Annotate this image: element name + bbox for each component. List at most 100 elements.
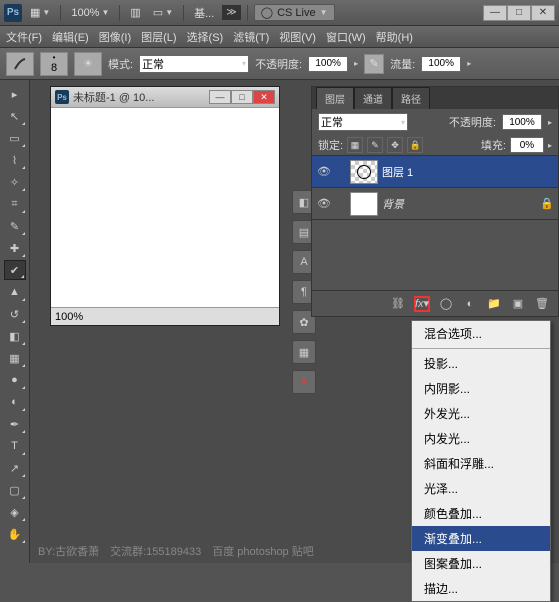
tab-paths[interactable]: 路径: [392, 87, 430, 109]
fx-item-blending-options[interactable]: 混合选项...: [412, 321, 550, 346]
fx-item-inner-shadow[interactable]: 内阴影...: [412, 376, 550, 401]
doc-minimize-button[interactable]: —: [209, 90, 231, 104]
tab-layers[interactable]: 图层: [316, 87, 354, 109]
fx-item-inner-glow[interactable]: 内发光...: [412, 426, 550, 451]
visibility-toggle[interactable]: 👁: [316, 164, 332, 180]
delete-layer-icon[interactable]: 🗑: [534, 296, 550, 312]
menu-edit[interactable]: 编辑(E): [52, 29, 89, 45]
3d-tool[interactable]: ◈: [4, 502, 26, 522]
menu-image[interactable]: 图像(I): [99, 29, 131, 45]
fx-item-bevel-emboss[interactable]: 斜面和浮雕...: [412, 451, 550, 476]
fx-item-stroke[interactable]: 描边...: [412, 576, 550, 601]
visibility-toggle[interactable]: 👁: [316, 196, 332, 212]
blur-tool[interactable]: ●: [4, 370, 26, 390]
fx-item-pattern-overlay[interactable]: 图案叠加...: [412, 551, 550, 576]
fx-item-satin[interactable]: 光泽...: [412, 476, 550, 501]
doc-close-button[interactable]: ✕: [253, 90, 275, 104]
canvas[interactable]: [51, 107, 279, 307]
close-button[interactable]: ✕: [531, 5, 555, 21]
fx-item-outer-glow[interactable]: 外发光...: [412, 401, 550, 426]
wand-tool[interactable]: ✧: [4, 172, 26, 192]
lock-transparency-icon[interactable]: ▦: [347, 137, 363, 153]
collapse-icon[interactable]: ▸: [4, 84, 26, 104]
styles-panel-icon[interactable]: ♥: [292, 370, 316, 394]
tablet-pressure-opacity[interactable]: ✎: [364, 54, 384, 74]
crop-tool[interactable]: ⌗: [4, 194, 26, 214]
brush-preset-picker[interactable]: •8: [40, 52, 68, 76]
app-titlebar: Ps ▦▼ 100%▼ ▥ ▭▼ 基... ≫ ◯ CS Live ▼ — □ …: [0, 0, 559, 26]
stamp-tool[interactable]: ▲: [4, 282, 26, 302]
zoom-level[interactable]: 100%▼: [67, 5, 113, 21]
pen-tool[interactable]: ✒: [4, 414, 26, 434]
flow-input[interactable]: [421, 56, 461, 72]
opacity-flyout-icon[interactable]: ▸: [548, 118, 552, 127]
panel-footer: ⛓ fx▾ ◯ ◐ 📁 ▣ 🗑: [312, 290, 558, 316]
layer-thumbnail[interactable]: [350, 160, 378, 184]
eraser-tool[interactable]: ◧: [4, 326, 26, 346]
minimize-button[interactable]: —: [483, 5, 507, 21]
new-layer-icon[interactable]: ▣: [510, 296, 526, 312]
doc-maximize-button[interactable]: □: [231, 90, 253, 104]
expand-icon[interactable]: ≫: [222, 5, 240, 20]
dodge-tool[interactable]: ◐: [4, 392, 26, 412]
opacity-flyout[interactable]: ▸: [354, 59, 358, 68]
layer-row[interactable]: 👁 图层 1: [312, 156, 558, 188]
tool-preset-picker[interactable]: [6, 52, 34, 76]
fx-item-gradient-overlay[interactable]: 渐变叠加...: [412, 526, 550, 551]
opacity-input[interactable]: [308, 56, 348, 72]
fx-item-drop-shadow[interactable]: 投影...: [412, 351, 550, 376]
tab-channels[interactable]: 通道: [354, 87, 392, 109]
layer-fx-button[interactable]: fx▾: [414, 296, 430, 312]
adjustment-layer-icon[interactable]: ◐: [462, 296, 478, 312]
watermark-text: BY:古欲香萧 交流群:155189433 百度 photoshop 贴吧: [38, 543, 314, 559]
cs-live-button[interactable]: ◯ CS Live ▼: [254, 4, 335, 21]
fx-item-color-overlay[interactable]: 颜色叠加...: [412, 501, 550, 526]
fill-input[interactable]: [510, 137, 544, 153]
doc-zoom[interactable]: 100%: [55, 311, 83, 323]
shape-tool[interactable]: ▢: [4, 480, 26, 500]
menu-help[interactable]: 帮助(H): [376, 29, 413, 45]
link-layers-icon[interactable]: ⛓: [390, 296, 406, 312]
bridge-button[interactable]: ▦▼: [26, 4, 54, 21]
layer-thumbnail[interactable]: [350, 192, 378, 216]
document-window[interactable]: Ps 未标题-1 @ 10... — □ ✕ 100%: [50, 86, 280, 326]
group-icon[interactable]: 📁: [486, 296, 502, 312]
layer-blend-mode-select[interactable]: 正常▾: [318, 113, 408, 131]
flow-flyout[interactable]: ▸: [467, 59, 471, 68]
brush-panel-toggle[interactable]: ☀: [74, 52, 102, 76]
layer-opacity-input[interactable]: [502, 114, 542, 130]
menu-filter[interactable]: 滤镜(T): [233, 29, 269, 45]
hand-tool[interactable]: ✋: [4, 524, 26, 544]
menu-view[interactable]: 视图(V): [279, 29, 316, 45]
layer-mask-icon[interactable]: ◯: [438, 296, 454, 312]
menu-layer[interactable]: 图层(L): [141, 29, 176, 45]
lasso-tool[interactable]: ⌇: [4, 150, 26, 170]
lock-pixels-icon[interactable]: ✎: [367, 137, 383, 153]
menu-file[interactable]: 文件(F): [6, 29, 42, 45]
layer-row[interactable]: 👁 背景 🔒: [312, 188, 558, 220]
separator: [247, 5, 248, 21]
layer-name[interactable]: 背景: [382, 196, 404, 212]
swatches-panel-icon[interactable]: ▦: [292, 340, 316, 364]
lock-all-icon[interactable]: 🔒: [407, 137, 423, 153]
history-brush-tool[interactable]: ↺: [4, 304, 26, 324]
blend-mode-select[interactable]: 正常▾: [139, 55, 249, 73]
move-tool[interactable]: ↖: [4, 106, 26, 126]
screen-mode-button[interactable]: ▭▼: [149, 4, 177, 21]
lock-position-icon[interactable]: ✥: [387, 137, 403, 153]
menu-window[interactable]: 窗口(W): [326, 29, 366, 45]
brush-tool[interactable]: ✔: [4, 260, 26, 280]
fill-flyout-icon[interactable]: ▸: [548, 141, 552, 150]
heal-tool[interactable]: ✚: [4, 238, 26, 258]
document-titlebar[interactable]: Ps 未标题-1 @ 10... — □ ✕: [51, 87, 279, 107]
type-tool[interactable]: T: [4, 436, 26, 456]
view-extras-button[interactable]: ▥: [126, 4, 144, 21]
menu-select[interactable]: 选择(S): [187, 29, 224, 45]
gradient-tool[interactable]: ▦: [4, 348, 26, 368]
workspace-switcher[interactable]: 基...: [190, 3, 218, 23]
marquee-tool[interactable]: ▭: [4, 128, 26, 148]
layer-name[interactable]: 图层 1: [382, 164, 413, 180]
path-select-tool[interactable]: ↗: [4, 458, 26, 478]
maximize-button[interactable]: □: [507, 5, 531, 21]
eyedropper-tool[interactable]: ✎: [4, 216, 26, 236]
